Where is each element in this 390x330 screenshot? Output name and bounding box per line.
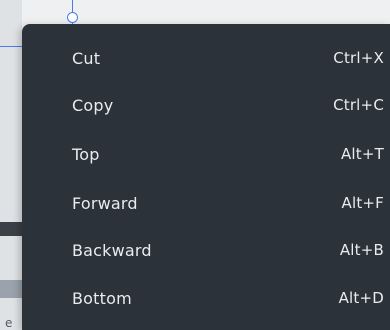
context-menu: Cut Ctrl+X Copy Ctrl+C Top Alt+T Forward… — [22, 24, 390, 330]
menu-item-label: Backward — [72, 240, 152, 260]
menu-item-copy[interactable]: Copy Ctrl+C — [22, 81, 390, 129]
menu-item-label: Bottom — [72, 288, 132, 308]
selection-handle[interactable] — [67, 12, 78, 23]
menu-item-shortcut: Alt+B — [339, 241, 384, 259]
menu-item-shortcut: Alt+D — [338, 289, 384, 307]
menu-item-backward[interactable]: Backward Alt+B — [22, 226, 390, 274]
canvas-element-gray — [0, 280, 22, 298]
menu-item-shortcut: Ctrl+X — [333, 49, 384, 67]
menu-item-cut[interactable]: Cut Ctrl+X — [22, 34, 390, 82]
canvas-partial-text: e — [5, 316, 13, 330]
canvas-element-dark — [0, 222, 22, 236]
menu-item-label: Cut — [72, 48, 101, 68]
menu-item-label: Copy — [72, 95, 114, 115]
menu-item-shortcut: Alt+T — [340, 145, 384, 163]
selection-guide-horizontal — [0, 46, 22, 47]
menu-item-forward[interactable]: Forward Alt+F — [22, 179, 390, 227]
menu-item-shortcut: Ctrl+C — [333, 96, 384, 114]
menu-item-shortcut: Alt+F — [341, 194, 384, 212]
menu-item-top[interactable]: Top Alt+T — [22, 130, 390, 178]
menu-item-label: Forward — [72, 193, 138, 213]
menu-item-label: Top — [72, 144, 100, 164]
menu-item-bottom[interactable]: Bottom Alt+D — [22, 274, 390, 322]
